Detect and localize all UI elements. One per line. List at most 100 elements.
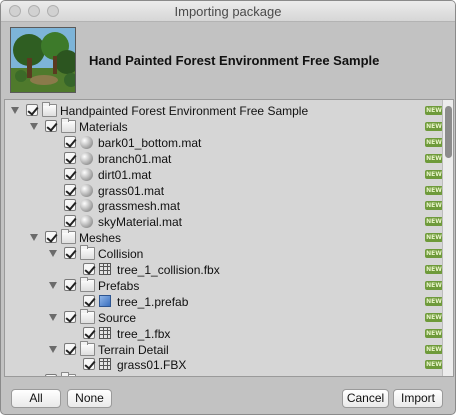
window-title: Importing package	[174, 4, 282, 19]
row-checkbox[interactable]	[64, 278, 76, 291]
tree-row-label: Materials	[79, 119, 128, 134]
tree-row[interactable]: Collision NEW	[5, 245, 443, 262]
new-badge: NEW	[425, 344, 443, 354]
tree-row[interactable]: dirt01.mat NEW	[5, 167, 443, 183]
row-checkbox[interactable]	[45, 374, 57, 376]
tree-row[interactable]: grass01.mat NEW	[5, 183, 443, 199]
tree-row-label: bark01_bottom.mat	[98, 135, 202, 150]
row-checkbox[interactable]	[83, 326, 95, 339]
package-name: Hand Painted Forest Environment Free Sam…	[89, 53, 380, 68]
row-checkbox[interactable]	[83, 358, 95, 371]
row-checkbox[interactable]	[64, 199, 76, 212]
new-badge: NEW	[425, 217, 443, 227]
folder-icon	[61, 117, 76, 133]
tree-row-label: grass01.mat	[98, 183, 165, 198]
row-checkbox[interactable]	[26, 104, 38, 116]
tree-row[interactable]: grassmesh.mat NEW	[5, 198, 443, 214]
tree-row[interactable]: Materials NEW	[5, 117, 443, 135]
import-package-window: Importing package Hand Painted Forest En…	[0, 0, 456, 415]
prefab-cube-icon	[99, 294, 111, 307]
tree-row[interactable]: tree_1.prefab NEW	[5, 294, 443, 310]
tree-row-label: tree_1.prefab	[117, 294, 189, 309]
title-bar: Importing package	[1, 1, 455, 22]
row-checkbox[interactable]	[83, 263, 95, 275]
tree-row-label: Meshes	[79, 231, 122, 246]
cancel-button[interactable]: Cancel	[342, 389, 389, 408]
tree-row-label: Collision	[98, 247, 144, 262]
tree-row-label: S	[79, 373, 87, 376]
row-checkbox[interactable]	[64, 247, 76, 260]
new-badge: NEW	[425, 265, 443, 274]
expand-triangle-icon[interactable]	[30, 122, 38, 130]
tree-row[interactable]: grass01.FBX NEW	[5, 357, 443, 373]
row-checkbox[interactable]	[83, 294, 95, 307]
tree-row-label: Source	[98, 310, 137, 325]
tree-row[interactable]: Source NEW	[5, 308, 443, 326]
tree-row-label: dirt01.mat	[98, 167, 152, 182]
new-badge: NEW	[425, 296, 443, 306]
new-badge: NEW	[425, 312, 443, 322]
folder-icon	[80, 276, 95, 292]
select-none-button[interactable]: None	[67, 389, 112, 408]
vertical-scrollbar[interactable]	[442, 100, 453, 376]
new-badge: NEW	[425, 201, 443, 211]
tree-row[interactable]: Prefabs NEW	[5, 276, 443, 294]
tree-row-label: Handpainted Forest Environment Free Samp…	[60, 104, 309, 118]
material-sphere-icon	[80, 167, 93, 181]
expand-triangle-icon[interactable]	[49, 313, 57, 321]
new-badge: NEW	[425, 137, 443, 147]
expand-triangle-icon[interactable]	[49, 250, 57, 258]
row-checkbox[interactable]	[64, 183, 76, 196]
new-badge: NEW	[425, 249, 443, 259]
tree-row-label: Terrain Detail	[98, 342, 169, 357]
material-sphere-icon	[80, 215, 93, 229]
import-button[interactable]: Import	[393, 389, 443, 408]
material-sphere-icon	[80, 151, 93, 165]
tree-row[interactable]: branch01.mat NEW	[5, 151, 443, 167]
new-badge: NEW	[425, 106, 443, 115]
new-badge: NEW	[425, 233, 443, 243]
tree-row-label: skyMaterial.mat	[98, 215, 183, 230]
new-badge: NEW	[425, 280, 443, 290]
tree-row[interactable]: bark01_bottom.mat NEW	[5, 135, 443, 151]
row-checkbox[interactable]	[64, 310, 76, 323]
new-badge: NEW	[425, 360, 443, 370]
folder-icon	[80, 308, 95, 324]
folder-icon	[42, 102, 57, 117]
row-checkbox[interactable]	[64, 167, 76, 180]
folder-icon	[80, 245, 95, 261]
mesh-grid-icon	[99, 358, 111, 371]
tree-row[interactable]: skyMaterial.mat NEW	[5, 214, 443, 230]
row-checkbox[interactable]	[64, 135, 76, 148]
tree-row[interactable]: Terrain Detail NEW	[5, 340, 443, 358]
tree-row-label: branch01.mat	[98, 151, 172, 166]
folder-icon	[61, 229, 76, 245]
row-checkbox[interactable]	[45, 231, 57, 244]
tree-row[interactable]: S NEW	[5, 372, 443, 376]
material-sphere-icon	[80, 199, 93, 213]
tree-row-label: tree_1_collision.fbx	[117, 263, 220, 277]
expand-triangle-icon[interactable]	[30, 234, 38, 242]
tree-row[interactable]: Handpainted Forest Environment Free Samp…	[5, 102, 443, 119]
tree-row[interactable]: tree_1_collision.fbx NEW	[5, 262, 443, 278]
row-checkbox[interactable]	[64, 151, 76, 164]
expand-triangle-icon[interactable]	[49, 345, 57, 353]
package-thumbnail-icon	[10, 27, 76, 93]
material-sphere-icon	[80, 183, 93, 197]
row-checkbox[interactable]	[64, 215, 76, 228]
tree-row-label: tree_1.fbx	[117, 326, 171, 341]
tree-row[interactable]: tree_1.fbx NEW	[5, 326, 443, 342]
tree-row[interactable]: Meshes NEW	[5, 229, 443, 246]
new-badge: NEW	[425, 328, 443, 338]
row-checkbox[interactable]	[45, 119, 57, 132]
scrollbar-thumb[interactable]	[445, 106, 452, 158]
row-checkbox[interactable]	[64, 342, 76, 355]
new-badge: NEW	[425, 153, 443, 163]
new-badge: NEW	[425, 185, 443, 195]
select-all-button[interactable]: All	[11, 389, 61, 408]
tree-row-label: Prefabs	[98, 278, 140, 293]
asset-tree-list[interactable]: Handpainted Forest Environment Free Samp…	[4, 99, 454, 377]
expand-triangle-icon[interactable]	[11, 107, 19, 114]
expand-triangle-icon[interactable]	[49, 281, 57, 289]
tree-row-label: grass01.FBX	[117, 358, 187, 373]
